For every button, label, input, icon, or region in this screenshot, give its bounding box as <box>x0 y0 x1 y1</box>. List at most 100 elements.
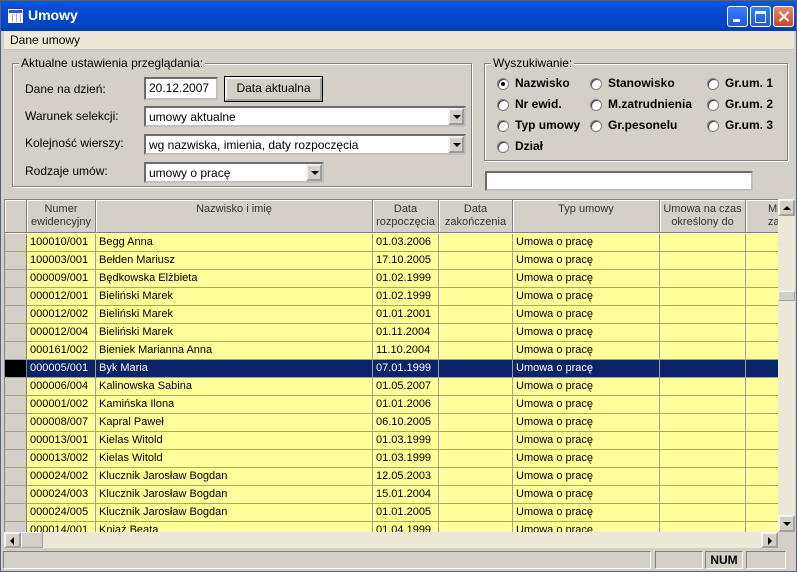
cell-nazwisko[interactable]: Bieliński Marek <box>96 324 373 342</box>
cell-umowa-czas[interactable] <box>660 504 746 522</box>
search-input[interactable] <box>485 171 753 191</box>
cell-data-zakonczenia[interactable] <box>439 252 513 270</box>
cell-numer[interactable]: 000001/002 <box>27 396 96 414</box>
row-indicator[interactable] <box>5 234 27 252</box>
cell-data-zakonczenia[interactable] <box>439 360 513 378</box>
cell-nazwisko[interactable]: Begg Anna <box>96 234 373 252</box>
cell-typ-umowy[interactable]: Umowa o pracę <box>513 396 660 414</box>
cell-data-rozpoczecia[interactable]: 01.03.2006 <box>373 234 439 252</box>
cell-typ-umowy[interactable]: Umowa o pracę <box>513 504 660 522</box>
cell-data-rozpoczecia[interactable]: 11.10.2004 <box>373 342 439 360</box>
row-indicator[interactable] <box>5 522 27 532</box>
cell-numer[interactable]: 000014/001 <box>27 522 96 532</box>
cell-miejsce[interactable]: I <box>746 378 778 396</box>
header-miejsce[interactable]: Miej. zatrud. <box>746 200 778 233</box>
cell-numer[interactable]: 000013/002 <box>27 450 96 468</box>
cell-umowa-czas[interactable] <box>660 288 746 306</box>
horizontal-scrollbar[interactable] <box>4 532 778 548</box>
row-indicator[interactable] <box>5 468 27 486</box>
cell-data-rozpoczecia[interactable]: 01.01.2005 <box>373 504 439 522</box>
cell-miejsce[interactable]: I <box>746 468 778 486</box>
header-numer[interactable]: Numer ewidencyjny <box>27 200 96 233</box>
cell-typ-umowy[interactable]: Umowa o pracę <box>513 252 660 270</box>
table-row[interactable]: 000012/001 Bieliński Marek 01.02.1999 Umowa… <box>5 288 778 306</box>
vertical-scrollbar[interactable] <box>778 199 795 532</box>
cell-nazwisko[interactable]: Kniaź Beata <box>96 522 373 532</box>
table-row[interactable]: 000006/004 Kalinowska Sabina 01.05.2007 Umo… <box>5 378 778 396</box>
cell-nazwisko[interactable]: Byk Maria <box>96 360 373 378</box>
header-umowa-czas[interactable]: Umowa na czas określony do <box>660 200 746 233</box>
table-app-icon[interactable] <box>7 8 24 24</box>
row-indicator[interactable] <box>5 324 27 342</box>
cell-data-rozpoczecia[interactable]: 01.01.2001 <box>373 306 439 324</box>
cell-typ-umowy[interactable]: Umowa o pracę <box>513 432 660 450</box>
cell-typ-umowy[interactable]: Umowa o pracę <box>513 378 660 396</box>
cell-nazwisko[interactable]: Klucznik Jarosław Bogdan <box>96 486 373 504</box>
cell-data-zakonczenia[interactable] <box>439 450 513 468</box>
scroll-right-icon[interactable] <box>761 532 778 548</box>
cell-data-zakonczenia[interactable] <box>439 486 513 504</box>
cell-typ-umowy[interactable]: Umowa o pracę <box>513 486 660 504</box>
cell-nazwisko[interactable]: Kamińska Ilona <box>96 396 373 414</box>
cell-data-zakonczenia[interactable] <box>439 288 513 306</box>
radio-label-typ-umowy[interactable]: Typ umowy <box>515 118 580 132</box>
table-row[interactable]: 000009/001 Będkowska Elżbieta 01.02.1999 Um… <box>5 270 778 288</box>
cell-miejsce[interactable]: I <box>746 414 778 432</box>
cell-umowa-czas[interactable] <box>660 342 746 360</box>
table-row[interactable]: 000024/005 Klucznik Jarosław Bogdan 01.01.… <box>5 504 778 522</box>
cell-data-zakonczenia[interactable] <box>439 324 513 342</box>
cell-numer[interactable]: 000013/001 <box>27 432 96 450</box>
cell-umowa-czas[interactable] <box>660 432 746 450</box>
cell-numer[interactable]: 000006/004 <box>27 378 96 396</box>
table-row[interactable]: 000012/002 Bieliński Marek 01.01.2001 Umowa… <box>5 306 778 324</box>
cell-umowa-czas[interactable] <box>660 486 746 504</box>
cell-data-rozpoczecia[interactable]: 01.02.1999 <box>373 288 439 306</box>
cell-nazwisko[interactable]: Będkowska Elżbieta <box>96 270 373 288</box>
radio-label-grum1[interactable]: Gr.um. 1 <box>725 76 773 90</box>
cell-umowa-czas[interactable] <box>660 324 746 342</box>
row-indicator[interactable] <box>5 396 27 414</box>
cell-data-rozpoczecia[interactable]: 01.11.2004 <box>373 324 439 342</box>
table-row[interactable]: 100003/001 Bełden Mariusz 17.10.2005 Umowa … <box>5 252 778 270</box>
cell-umowa-czas[interactable] <box>660 306 746 324</box>
cell-data-rozpoczecia[interactable]: 15.01.2004 <box>373 486 439 504</box>
radio-typ-umowy[interactable] <box>497 120 509 132</box>
table-row[interactable]: 100010/001 Begg Anna 01.03.2006 Umowa o pra… <box>5 234 778 252</box>
cell-data-zakonczenia[interactable] <box>439 468 513 486</box>
menu-item-dane-umowy[interactable]: Dane umowy <box>10 33 80 47</box>
radio-stanowisko[interactable] <box>590 78 602 90</box>
cell-data-zakonczenia[interactable] <box>439 342 513 360</box>
cell-miejsce[interactable]: I <box>746 396 778 414</box>
maximize-button[interactable] <box>750 6 771 27</box>
cell-umowa-czas[interactable] <box>660 522 746 532</box>
radio-label-gr-personelu[interactable]: Gr.pesonelu <box>608 118 677 132</box>
row-indicator[interactable] <box>5 342 27 360</box>
cell-umowa-czas[interactable] <box>660 396 746 414</box>
header-data-zakonczenia[interactable]: Data zakończenia <box>439 200 513 233</box>
scroll-thumb[interactable] <box>778 291 795 301</box>
cell-nazwisko[interactable]: Kielas Witold <box>96 450 373 468</box>
cell-miejsce[interactable]: I <box>746 288 778 306</box>
table-row[interactable]: 000013/002 Kielas Witold 01.03.1999 Umowa o… <box>5 450 778 468</box>
row-indicator[interactable] <box>5 288 27 306</box>
types-select[interactable]: umowy o pracę <box>144 162 324 183</box>
chevron-down-icon[interactable] <box>448 136 464 153</box>
table-row[interactable]: 000008/007 Kapral Paweł 06.10.2005 Umowa o … <box>5 414 778 432</box>
cell-numer[interactable]: 100003/001 <box>27 252 96 270</box>
header-typ-umowy[interactable]: Typ umowy <box>513 200 660 233</box>
header-nazwisko[interactable]: Nazwisko i imię <box>96 200 373 233</box>
cell-data-rozpoczecia[interactable]: 12.05.2003 <box>373 468 439 486</box>
cell-typ-umowy[interactable]: Umowa o pracę <box>513 234 660 252</box>
radio-label-nr-ewid[interactable]: Nr ewid. <box>515 97 562 111</box>
cell-data-rozpoczecia[interactable]: 01.04.1999 <box>373 522 439 532</box>
cell-data-zakonczenia[interactable] <box>439 234 513 252</box>
scroll-left-icon[interactable] <box>4 532 21 548</box>
radio-grum2[interactable] <box>707 99 719 111</box>
cell-numer[interactable]: 000008/007 <box>27 414 96 432</box>
cell-data-rozpoczecia[interactable]: 01.02.1999 <box>373 270 439 288</box>
cell-miejsce[interactable]: I <box>746 522 778 532</box>
cell-numer[interactable]: 000024/003 <box>27 486 96 504</box>
table-row[interactable]: 000013/001 Kielas Witold 01.03.1999 Umowa o… <box>5 432 778 450</box>
cell-data-zakonczenia[interactable] <box>439 414 513 432</box>
cell-typ-umowy[interactable]: Umowa o pracę <box>513 450 660 468</box>
